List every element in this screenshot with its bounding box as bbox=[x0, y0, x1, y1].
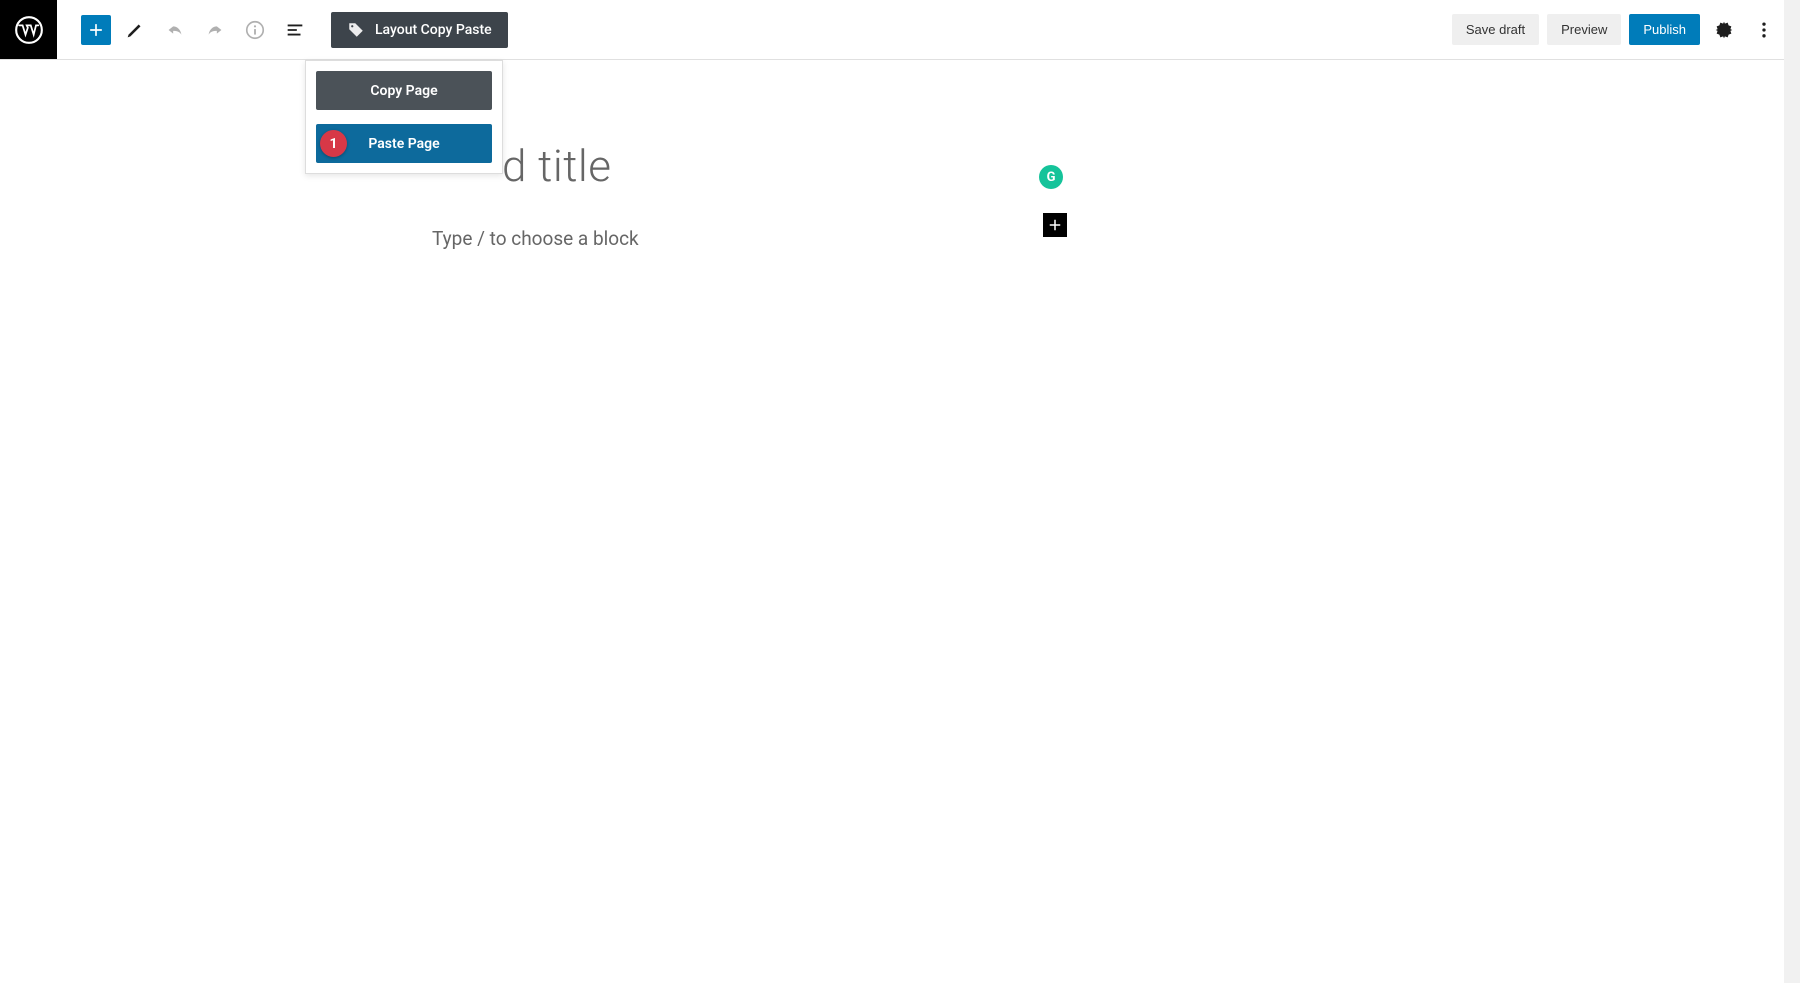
info-icon bbox=[244, 19, 266, 41]
toolbar-right-group: Save draft Preview Publish bbox=[1452, 14, 1800, 46]
layout-copy-paste-button[interactable]: Layout Copy Paste bbox=[331, 12, 508, 48]
preview-button[interactable]: Preview bbox=[1547, 14, 1621, 45]
redo-icon bbox=[204, 19, 226, 41]
redo-button[interactable] bbox=[199, 14, 231, 46]
plus-icon bbox=[86, 20, 106, 40]
add-block-inline-button[interactable] bbox=[1043, 213, 1067, 237]
toolbar-left-group: Layout Copy Paste bbox=[57, 12, 508, 48]
vertical-scrollbar[interactable] bbox=[1784, 0, 1800, 983]
save-draft-button[interactable]: Save draft bbox=[1452, 14, 1539, 45]
undo-button[interactable] bbox=[159, 14, 191, 46]
wordpress-logo[interactable] bbox=[0, 0, 57, 59]
publish-button[interactable]: Publish bbox=[1629, 14, 1700, 45]
layout-copy-paste-label: Layout Copy Paste bbox=[375, 22, 492, 38]
tag-icon bbox=[347, 21, 365, 39]
add-block-button[interactable] bbox=[81, 15, 111, 45]
plus-icon bbox=[1046, 216, 1064, 234]
gear-icon bbox=[1713, 19, 1735, 41]
outline-button[interactable] bbox=[279, 14, 311, 46]
pencil-icon bbox=[124, 19, 146, 41]
undo-icon bbox=[164, 19, 186, 41]
dots-vertical-icon bbox=[1754, 20, 1774, 40]
block-prompt[interactable]: Type / to choose a block bbox=[432, 227, 1800, 250]
post-title-input[interactable]: d title bbox=[502, 140, 1800, 192]
grammarly-badge[interactable]: G bbox=[1039, 165, 1063, 189]
edit-mode-button[interactable] bbox=[119, 14, 151, 46]
settings-button[interactable] bbox=[1708, 14, 1740, 46]
more-options-button[interactable] bbox=[1748, 14, 1780, 46]
list-icon bbox=[284, 19, 306, 41]
wordpress-icon bbox=[15, 16, 43, 44]
editor-topbar: Layout Copy Paste Save draft Preview Pub… bbox=[0, 0, 1800, 60]
editor-content: d title Type / to choose a block bbox=[0, 60, 1800, 250]
info-button[interactable] bbox=[239, 14, 271, 46]
